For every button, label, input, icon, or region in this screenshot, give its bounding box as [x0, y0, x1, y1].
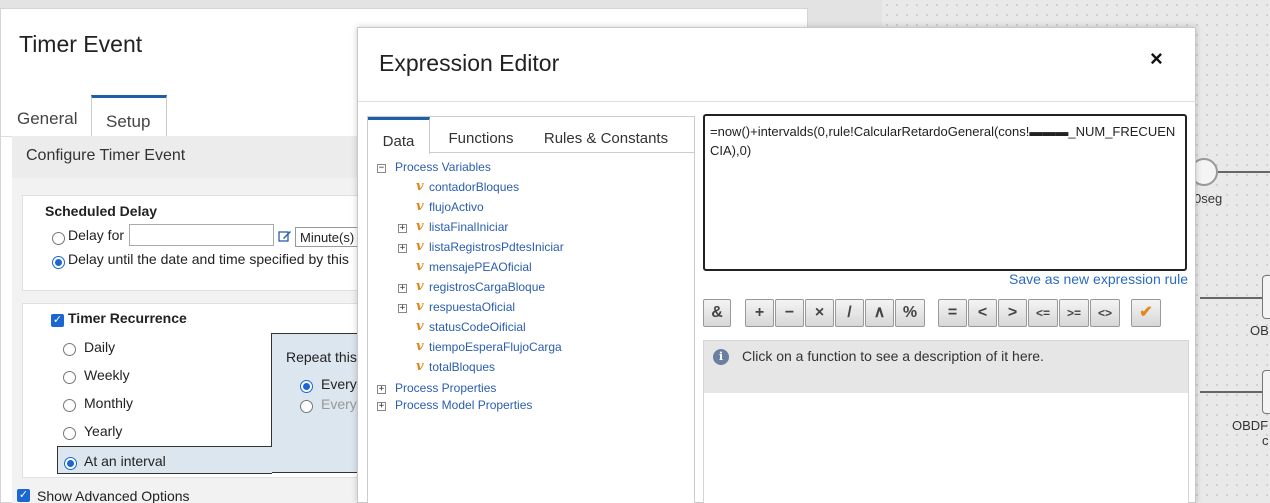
tree-variable[interactable]: totalBloques — [429, 360, 495, 378]
expand-icon[interactable]: + — [377, 385, 386, 394]
data-browser-pane: Data Functions Rules & Constants − Proce… — [367, 116, 695, 503]
op-greater-equal-button[interactable]: >= — [1059, 299, 1089, 327]
tree-variable[interactable]: mensajePEAOficial — [429, 260, 532, 278]
op-power-button[interactable]: ∧ — [865, 299, 894, 327]
op-less-equal-button[interactable]: <= — [1028, 299, 1058, 327]
yearly-label: Yearly — [84, 423, 123, 439]
repeat-every-alt-radio[interactable] — [300, 400, 313, 413]
variable-icon: v — [416, 319, 424, 334]
variable-icon: v — [416, 199, 424, 214]
delay-until-radio[interactable] — [52, 256, 65, 269]
op-less-button[interactable]: < — [968, 299, 997, 327]
tree-process-variables[interactable]: Process Variables — [395, 160, 491, 178]
edit-expression-icon[interactable] — [278, 229, 292, 243]
save-expression-rule-link[interactable]: Save as new expression rule — [1009, 271, 1188, 287]
op-multiply-button[interactable]: × — [805, 299, 834, 327]
op-percent-button[interactable]: % — [895, 299, 925, 327]
expand-icon[interactable]: + — [377, 402, 386, 411]
expand-icon[interactable]: + — [398, 224, 407, 233]
tree-variable[interactable]: statusCodeOificial — [429, 320, 526, 338]
expand-icon[interactable]: + — [398, 244, 407, 253]
weekly-radio[interactable] — [63, 371, 76, 384]
modal-divider — [358, 101, 1197, 102]
expression-editor-modal: Expression Editor × Data Functions Rules… — [357, 27, 1197, 503]
expression-textarea[interactable]: =now()+intervalds(0,rule!CalcularRetardo… — [703, 114, 1187, 271]
delay-unit-select[interactable]: Minute(s) — [295, 227, 365, 247]
advanced-options-checkbox[interactable]: ✓ — [17, 489, 30, 502]
variable-icon: v — [416, 339, 424, 354]
tab-rules-constants[interactable]: Rules & Constants — [536, 117, 676, 153]
browser-tabs: Data Functions Rules & Constants — [368, 117, 694, 154]
tree-process-properties[interactable]: Process Properties — [395, 381, 496, 399]
expand-icon[interactable]: + — [398, 284, 407, 293]
tree-process-model-properties[interactable]: Process Model Properties — [395, 398, 532, 416]
tree-variable[interactable]: tiempoEsperaFlujoCarga — [429, 340, 562, 358]
yearly-radio[interactable] — [63, 427, 76, 440]
canvas-edge — [1200, 391, 1270, 393]
scheduled-delay-heading: Scheduled Delay — [45, 203, 158, 219]
configure-header: Configure Timer Event — [12, 136, 382, 178]
tab-functions[interactable]: Functions — [436, 117, 526, 153]
repeat-every-alt-label: Every — [321, 396, 357, 412]
function-description-panel: i Click on a function to see a descripti… — [703, 340, 1189, 503]
close-icon[interactable]: × — [1150, 46, 1163, 72]
variable-icon: v — [416, 299, 424, 314]
timer-dialog-title: Timer Event — [19, 31, 143, 57]
tab-setup[interactable]: Setup — [91, 95, 167, 137]
op-concat-button[interactable]: & — [703, 299, 731, 327]
canvas-label: c — [1262, 433, 1269, 448]
repeat-every-label: Every — [321, 376, 357, 392]
op-not-equal-button[interactable]: <> — [1090, 299, 1120, 327]
op-divide-button[interactable]: / — [835, 299, 864, 327]
variable-icon: v — [416, 279, 424, 294]
delay-for-label: Delay for — [68, 227, 125, 243]
delay-amount-input[interactable] — [129, 224, 274, 246]
tab-data[interactable]: Data — [368, 117, 430, 154]
daily-label: Daily — [84, 339, 116, 355]
tree-variable[interactable]: respuestaOficial — [429, 300, 515, 318]
description-text: Click on a function to see a description… — [742, 348, 1044, 364]
tree-variable[interactable]: contadorBloques — [429, 180, 519, 198]
recurrence-label: Timer Recurrence — [68, 310, 187, 326]
canvas-node[interactable] — [1262, 370, 1270, 414]
delay-for-radio[interactable] — [52, 232, 65, 245]
op-greater-button[interactable]: > — [998, 299, 1027, 327]
recurrence-checkbox[interactable]: ✓ — [51, 314, 64, 327]
tree-variable[interactable]: listaRegistrosPdtesIniciar — [429, 240, 564, 258]
variable-icon: v — [416, 219, 424, 234]
delay-until-label: Delay until the date and time specified … — [68, 251, 349, 267]
info-icon: i — [713, 349, 729, 365]
canvas-edge — [1218, 171, 1270, 173]
weekly-label: Weekly — [84, 367, 130, 383]
variable-icon: v — [416, 179, 424, 194]
advanced-options-label: Show Advanced Options — [37, 488, 190, 503]
variable-icon: v — [416, 359, 424, 374]
expand-icon[interactable]: + — [398, 304, 407, 313]
monthly-radio[interactable] — [63, 399, 76, 412]
variable-icon: v — [416, 239, 424, 254]
op-plus-button[interactable]: + — [745, 299, 774, 327]
canvas-label: OBDF — [1232, 418, 1269, 433]
tree-variable[interactable]: registrosCargaBloque — [429, 280, 545, 298]
validate-check-icon[interactable]: ✔ — [1131, 299, 1161, 327]
repeat-heading: Repeat this — [286, 349, 357, 365]
description-header: i Click on a function to see a descripti… — [704, 341, 1188, 393]
tree-variable[interactable]: flujoActivo — [429, 200, 484, 218]
tree-variable[interactable]: listaFinalIniciar — [429, 220, 508, 238]
tab-general[interactable]: General — [3, 95, 91, 137]
repeat-every-radio[interactable] — [300, 380, 313, 393]
op-minus-button[interactable]: − — [775, 299, 804, 327]
monthly-label: Monthly — [84, 395, 134, 411]
collapse-icon[interactable]: − — [377, 164, 386, 173]
canvas-edge — [1200, 297, 1270, 299]
canvas-node[interactable] — [1262, 275, 1270, 319]
interval-label: At an interval — [84, 453, 166, 469]
op-equal-button[interactable]: = — [938, 299, 967, 327]
interval-radio[interactable] — [64, 457, 77, 470]
canvas-label: 0seg — [1194, 191, 1223, 206]
variable-icon: v — [416, 259, 424, 274]
canvas-label: OB — [1250, 323, 1269, 338]
daily-radio[interactable] — [63, 343, 76, 356]
expression-editor-title: Expression Editor — [379, 50, 560, 76]
